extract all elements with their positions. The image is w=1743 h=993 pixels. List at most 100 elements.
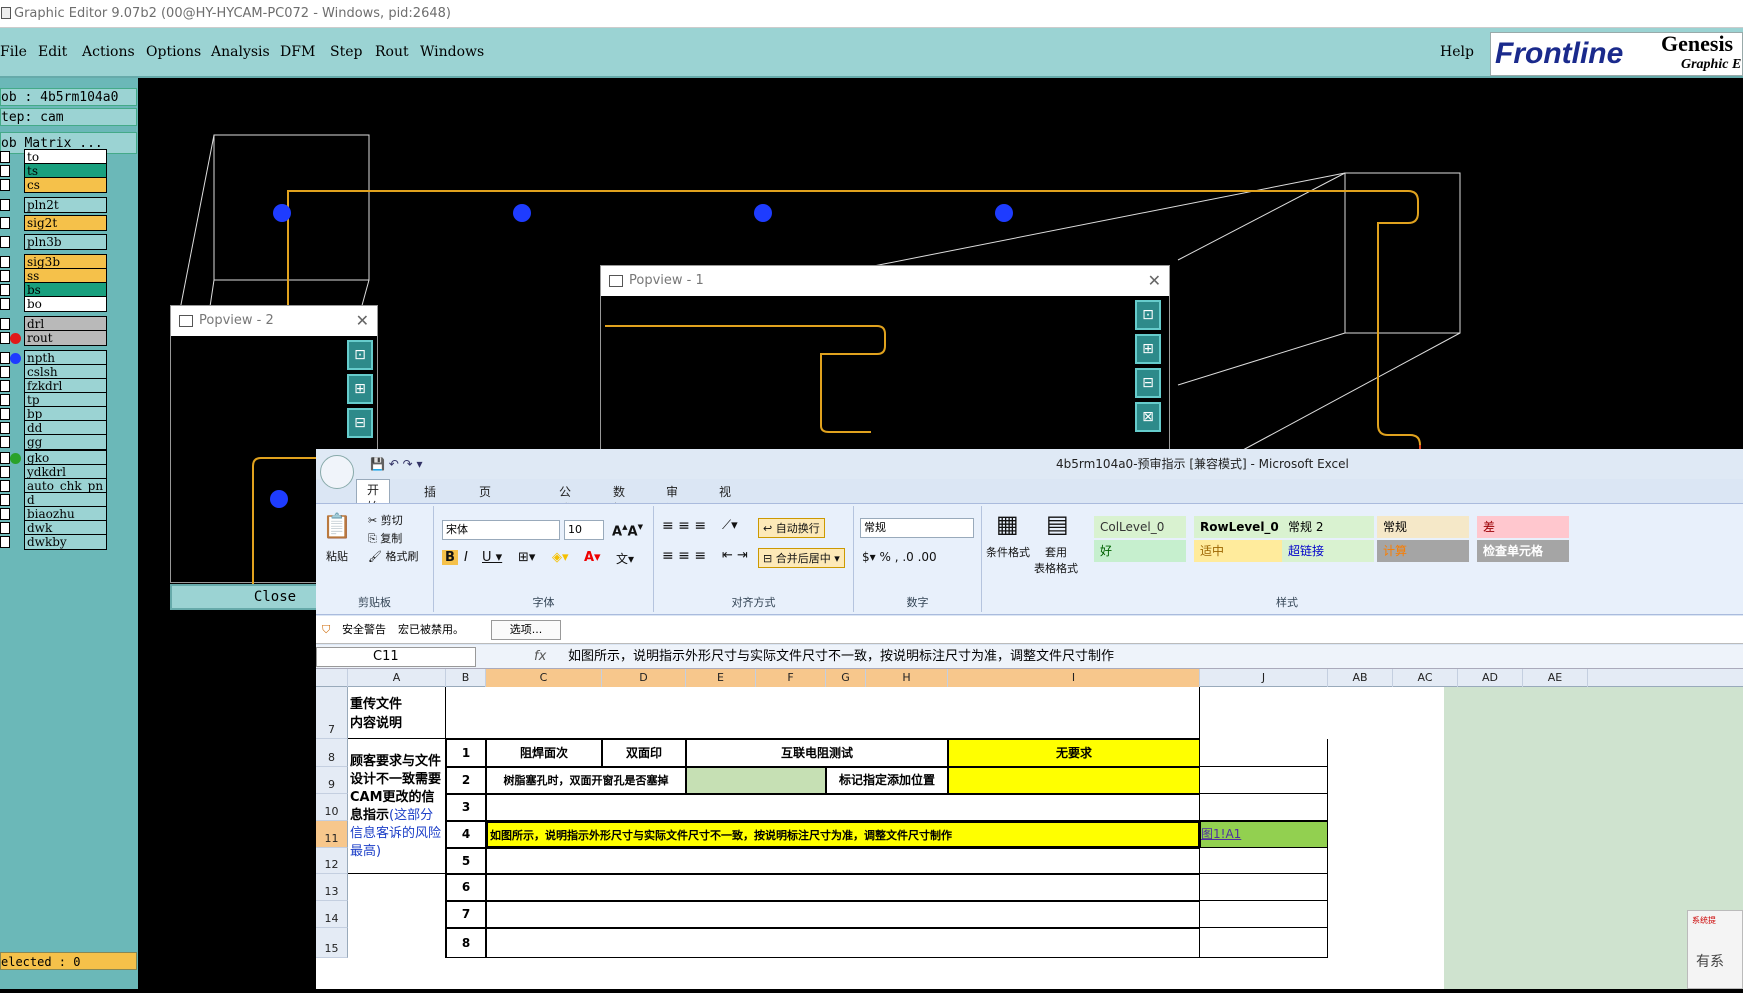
layer-name[interactable]: cs <box>24 177 107 193</box>
cell-c12[interactable] <box>486 848 1200 874</box>
layer-checkbox[interactable] <box>0 452 10 464</box>
layer-row-sig2t[interactable]: sig2t <box>0 215 108 231</box>
layer-name[interactable]: sig2t <box>24 215 107 231</box>
menu-options[interactable]: Options <box>146 44 201 60</box>
copy-button[interactable]: ⎘ 复制 <box>368 530 402 546</box>
tab-home[interactable]: 开始 <box>356 479 391 514</box>
layer-row-dwkby[interactable]: dwkby <box>0 534 108 550</box>
number-format-icons[interactable]: $▾ % , .0 .00 <box>862 550 937 564</box>
menu-actions[interactable]: Actions <box>82 44 135 60</box>
column-header-AB[interactable]: AB <box>1328 669 1393 687</box>
border-icon[interactable]: ⊞▾ <box>518 550 535 565</box>
menu-file[interactable]: File <box>0 44 27 60</box>
select-all-corner[interactable] <box>316 669 348 687</box>
layer-checkbox[interactable] <box>0 494 10 506</box>
cell-j15[interactable] <box>1200 928 1328 958</box>
cell-a8[interactable]: 顾客要求与文件设计不一致需要CAM更改的信息指示(这部分信息客诉的风险最高) <box>348 739 446 874</box>
layer-name[interactable]: pln3b <box>24 234 107 250</box>
cell-style-2[interactable]: RowLevel_0 <box>1194 516 1286 538</box>
layer-checkbox[interactable] <box>0 179 10 191</box>
cell-style-9[interactable]: 计算 <box>1377 540 1469 562</box>
row-header-14[interactable]: 14 <box>316 901 348 928</box>
cell-h9[interactable]: 标记指定添加位置 <box>826 767 948 794</box>
row-header-8[interactable]: 8 <box>316 739 348 767</box>
wrap-text-button[interactable]: ↩ 自动换行 <box>758 518 825 538</box>
cell-j10[interactable] <box>1200 794 1328 821</box>
zoom-out-icon[interactable]: ⊟ <box>347 408 373 438</box>
menu-analysis[interactable]: Analysis <box>211 44 270 60</box>
underline-button[interactable]: U ▾ <box>482 550 502 565</box>
conditional-format-icon[interactable]: ▦ <box>996 510 1019 538</box>
layer-checkbox[interactable] <box>0 366 10 378</box>
column-header-A[interactable]: A <box>348 669 446 687</box>
zoom-in-icon[interactable]: ⊞ <box>347 374 373 404</box>
cell-c8[interactable]: 阻焊面次 <box>486 739 602 767</box>
column-header-AE[interactable]: AE <box>1523 669 1588 687</box>
menu-rout[interactable]: Rout <box>375 44 409 60</box>
row-header-10[interactable]: 10 <box>316 794 348 821</box>
cell-j13[interactable] <box>1200 874 1328 901</box>
layer-checkbox[interactable] <box>0 480 10 492</box>
cell-style-10[interactable]: 检查单元格 <box>1477 540 1569 562</box>
excel-window[interactable]: 4b5rm104a0-预审指示 [兼容模式] - Microsoft Excel… <box>316 449 1743 989</box>
system-notification[interactable]: 系统提 有系 <box>1687 910 1743 989</box>
cell-style-7[interactable]: 适中 <box>1194 540 1286 562</box>
menu-step[interactable]: Step <box>330 44 362 60</box>
row-header-11[interactable]: 11 <box>316 821 348 848</box>
row-header-9[interactable]: 9 <box>316 767 348 794</box>
cell-j14[interactable] <box>1200 901 1328 928</box>
column-header-D[interactable]: D <box>602 669 686 687</box>
layer-row-rout[interactable]: rout <box>0 330 108 346</box>
menu-windows[interactable]: Windows <box>420 44 484 60</box>
layer-checkbox[interactable] <box>0 466 10 478</box>
layer-checkbox[interactable] <box>0 422 10 434</box>
zoom-fit-icon[interactable]: ⊡ <box>347 340 373 370</box>
conditional-format-button[interactable]: 条件格式 <box>986 544 1030 560</box>
quick-access-icons[interactable]: 💾 ↶ ↷ ▾ <box>370 449 423 479</box>
menu-help[interactable]: Help <box>1440 44 1474 60</box>
name-box[interactable]: C11 <box>316 647 476 667</box>
pan-icon[interactable]: ⊠ <box>1135 402 1161 432</box>
column-header-AC[interactable]: AC <box>1393 669 1458 687</box>
layer-checkbox[interactable] <box>0 332 10 344</box>
column-header-B[interactable]: B <box>446 669 486 687</box>
grow-font-icon[interactable]: A▴A▾ <box>612 520 643 539</box>
popview-1-window[interactable]: Popview - 1 ✕ ⊡ ⊞ ⊟ ⊠ <box>600 265 1170 455</box>
column-header-E[interactable]: E <box>686 669 756 687</box>
align-left-icon[interactable]: ≡ ≡ ≡ <box>662 548 706 564</box>
fx-icon[interactable]: fx <box>534 645 546 669</box>
layer-checkbox[interactable] <box>0 352 10 364</box>
layer-checkbox[interactable] <box>0 199 10 211</box>
cell-b11[interactable]: 4 <box>446 821 486 848</box>
cell-c10[interactable] <box>486 794 1200 821</box>
column-header-AD[interactable]: AD <box>1458 669 1523 687</box>
layer-checkbox[interactable] <box>0 436 10 448</box>
cell-style-5[interactable]: 差 <box>1477 516 1569 538</box>
zoom-out-icon[interactable]: ⊟ <box>1135 368 1161 398</box>
cell-c11[interactable]: 如图所示，说明指示外形尺寸与实际文件尺寸不一致，按说明标注尺寸为准，调整文件尺寸… <box>486 821 1200 848</box>
layer-row-pln3b[interactable]: pln3b <box>0 234 108 250</box>
cell-b10[interactable]: 3 <box>446 794 486 821</box>
office-button-icon[interactable] <box>320 455 354 489</box>
layer-checkbox[interactable] <box>0 165 10 177</box>
layer-checkbox[interactable] <box>0 284 10 296</box>
cell-d8[interactable]: 双面印 <box>602 739 686 767</box>
cell-b13[interactable]: 6 <box>446 874 486 901</box>
layer-row-gg[interactable]: gg <box>0 434 108 450</box>
fill-color-icon[interactable]: ◈▾ <box>552 550 569 565</box>
layer-checkbox[interactable] <box>0 270 10 282</box>
layer-name[interactable]: dwkby <box>24 534 107 550</box>
cell-b9[interactable]: 2 <box>446 767 486 794</box>
column-header-G[interactable]: G <box>826 669 866 687</box>
cell-j11[interactable]: 图1!A1 <box>1200 821 1328 848</box>
paste-button[interactable]: 粘贴 <box>326 548 348 564</box>
cell-e9[interactable] <box>686 767 826 794</box>
layer-checkbox[interactable] <box>0 256 10 268</box>
paste-icon[interactable]: 📋 <box>322 512 352 540</box>
format-painter-button[interactable]: 🖌 格式刷 <box>368 548 418 564</box>
column-header-I[interactable]: I <box>948 669 1200 687</box>
layer-checkbox[interactable] <box>0 408 10 420</box>
cell-a13[interactable] <box>348 874 446 958</box>
row-header-15[interactable]: 15 <box>316 928 348 958</box>
cell-j9[interactable] <box>1200 767 1328 794</box>
